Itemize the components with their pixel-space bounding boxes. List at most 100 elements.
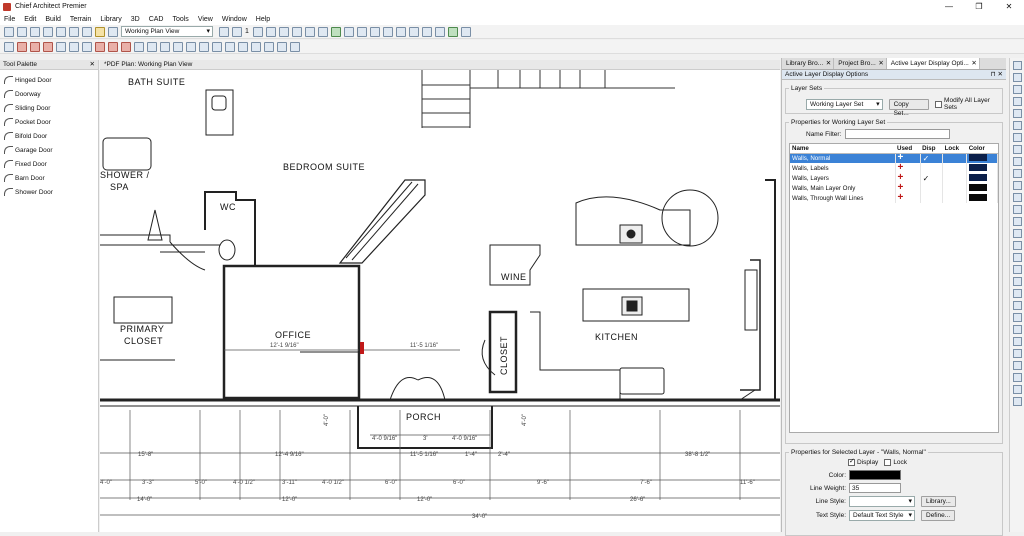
lock-cell[interactable]	[942, 183, 968, 193]
tool-hinged-door[interactable]: Hinged Door	[0, 73, 98, 87]
display-checkbox[interactable]	[848, 457, 855, 466]
room-icon[interactable]	[95, 41, 105, 52]
roof-icon[interactable]	[82, 41, 92, 52]
group-icon[interactable]	[290, 41, 300, 52]
materials-icon[interactable]	[1012, 253, 1022, 262]
color-cell[interactable]	[966, 193, 998, 203]
menu-terrain[interactable]: Terrain	[70, 16, 91, 23]
table-row[interactable]: Walls, Layers + ✓	[790, 173, 998, 183]
lock-checkbox[interactable]	[884, 459, 892, 466]
plan-view-icon[interactable]	[108, 26, 118, 37]
edit-icon[interactable]	[369, 26, 380, 37]
tool-doorway[interactable]: Doorway	[0, 87, 98, 101]
undo-icon[interactable]	[56, 26, 66, 37]
menu-build[interactable]: Build	[45, 16, 61, 23]
table-row[interactable]: Walls, Normal + ✓	[790, 153, 998, 163]
color-picker[interactable]	[849, 470, 901, 480]
tool-shower-door[interactable]: Shower Door	[0, 185, 98, 199]
close-icon[interactable]: ✕	[90, 60, 95, 70]
info-icon[interactable]	[1012, 397, 1022, 406]
close-icon[interactable]: ✕	[971, 58, 976, 70]
table-row[interactable]: Walls, Main Layer Only +	[790, 183, 998, 193]
col-disp[interactable]: Disp	[920, 144, 943, 154]
camera-icon[interactable]	[1012, 205, 1022, 214]
sun-icon[interactable]	[343, 26, 354, 37]
layers-icon[interactable]	[95, 26, 105, 37]
display-options-icon[interactable]	[219, 26, 229, 37]
cabinet-icon[interactable]	[30, 41, 40, 52]
color-cell[interactable]	[966, 153, 998, 163]
walls-icon[interactable]	[1012, 265, 1022, 274]
color-icon[interactable]	[1012, 313, 1022, 322]
text-style-select[interactable]: Default Text Style	[849, 510, 915, 521]
settings-icon[interactable]	[1012, 325, 1022, 334]
zoom-icon[interactable]	[1012, 97, 1022, 106]
print-icon[interactable]	[1012, 193, 1022, 202]
window-icon[interactable]	[460, 26, 471, 37]
menu-window[interactable]: Window	[222, 16, 247, 23]
menu-help[interactable]: Help	[256, 16, 270, 23]
settings-icon[interactable]	[421, 26, 432, 37]
framing-icon[interactable]	[147, 41, 157, 52]
name-filter-input[interactable]	[845, 129, 951, 139]
window-tool-icon[interactable]	[56, 41, 66, 52]
minimize-button[interactable]: —	[934, 0, 964, 13]
floor-up-icon[interactable]	[252, 26, 263, 37]
col-name[interactable]: Name	[790, 144, 895, 154]
close-icon[interactable]: ✕	[878, 58, 883, 70]
zoom-icon[interactable]	[278, 26, 289, 37]
disp-check[interactable]: ✓	[920, 153, 944, 163]
snap-icon[interactable]	[1012, 157, 1022, 166]
select-icon[interactable]	[4, 41, 14, 52]
dimension-icon[interactable]	[160, 41, 170, 52]
open-icon[interactable]	[17, 26, 27, 37]
camera-icon[interactable]	[291, 26, 302, 37]
floor-down-icon[interactable]	[232, 26, 242, 37]
material-icon[interactable]	[330, 26, 341, 37]
menu-edit[interactable]: Edit	[24, 16, 36, 23]
shape-icon[interactable]	[225, 41, 235, 52]
menu-cad[interactable]: CAD	[149, 16, 164, 23]
modify-all-checkbox[interactable]	[935, 100, 943, 108]
disp-check[interactable]	[920, 183, 944, 193]
layout-icon[interactable]	[447, 26, 458, 37]
color-cell[interactable]	[966, 173, 998, 183]
fill-view-icon[interactable]	[1012, 85, 1022, 94]
tab-project-browser[interactable]: Project Bro... ✕	[834, 58, 887, 69]
help-icon[interactable]	[82, 26, 92, 37]
save-icon[interactable]	[30, 26, 40, 37]
tool-garage-door[interactable]: Garage Door	[0, 143, 98, 157]
tool-sliding-door[interactable]: Sliding Door	[0, 101, 98, 115]
pin-icon[interactable]: ⊓ ✕	[991, 70, 1003, 80]
zoom-out-icon[interactable]	[1012, 73, 1022, 82]
drawing-tab[interactable]: *PDF Plan: Working Plan View	[100, 60, 780, 70]
layer-set-select[interactable]: Working Layer Set	[806, 98, 883, 110]
line-icon[interactable]	[199, 41, 209, 52]
redo-icon[interactable]	[69, 26, 79, 37]
close-icon[interactable]: ✕	[826, 58, 831, 70]
col-lock[interactable]: Lock	[942, 144, 967, 154]
plumbing-icon[interactable]	[121, 41, 131, 52]
tool-barn-door[interactable]: Barn Door	[0, 171, 98, 185]
drawing-canvas[interactable]: BATH SUITE BEDROOM SUITE SHOWER / SPA WC…	[100, 70, 780, 532]
dimension-icon[interactable]	[1012, 277, 1022, 286]
lock-cell[interactable]	[942, 163, 968, 173]
table-row[interactable]: Walls, Through Wall Lines +	[790, 193, 998, 203]
disp-check[interactable]: ✓	[920, 173, 944, 183]
tab-active-layer-display[interactable]: Active Layer Display Opti... ✕	[886, 58, 980, 70]
plumbing-icon[interactable]	[1012, 337, 1022, 346]
pan-icon[interactable]	[317, 26, 328, 37]
plan-view-select[interactable]: Working Plan View	[121, 26, 213, 37]
library-button[interactable]: Library...	[921, 496, 956, 507]
marquee-icon[interactable]	[277, 41, 287, 52]
lock-cell[interactable]	[942, 193, 968, 203]
dollar-icon[interactable]	[408, 26, 419, 37]
print-icon[interactable]	[43, 26, 53, 37]
sun-icon[interactable]	[1012, 229, 1022, 238]
framing-icon[interactable]	[1012, 361, 1022, 370]
new-plan-icon[interactable]	[4, 26, 14, 37]
menu-file[interactable]: File	[4, 16, 15, 23]
stairs-icon[interactable]	[69, 41, 79, 52]
tool-pocket-door[interactable]: Pocket Door	[0, 115, 98, 129]
menu-3d[interactable]: 3D	[131, 16, 140, 23]
